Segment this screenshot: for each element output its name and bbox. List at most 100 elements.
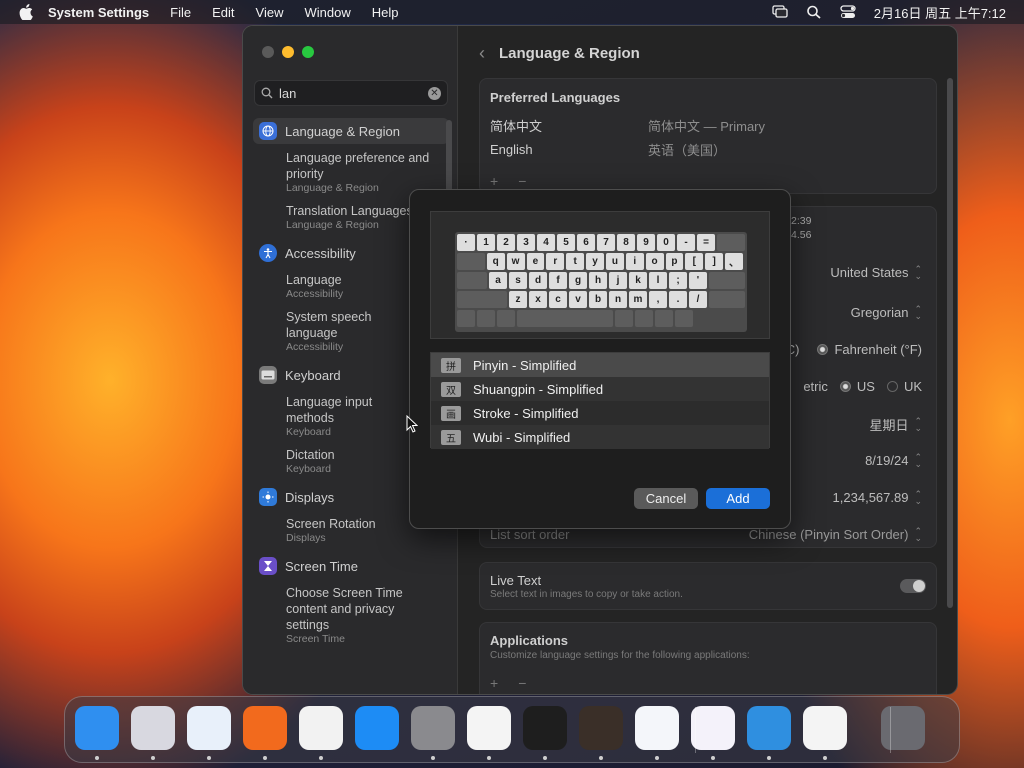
sidebar-item-screen-time[interactable]: Screen Time xyxy=(253,553,449,579)
sidebar-item-label: Language & Region xyxy=(285,123,400,139)
menu-file[interactable]: File xyxy=(170,5,191,20)
key: q xyxy=(486,253,505,270)
sort-order-select[interactable]: Chinese (Pinyin Sort Order) ⌃ ⌄ xyxy=(749,526,922,542)
menu-app-name[interactable]: System Settings xyxy=(48,5,149,20)
search-icon[interactable] xyxy=(806,5,822,19)
us-label: US xyxy=(856,379,875,394)
apple-icon[interactable] xyxy=(18,4,34,20)
running-indicator xyxy=(767,756,771,760)
dock-system-settings-icon[interactable] xyxy=(411,706,455,750)
add-app-button[interactable]: + xyxy=(480,675,508,691)
zoom-button[interactable] xyxy=(302,46,314,58)
back-chevron-icon[interactable]: ‹ xyxy=(479,43,485,64)
uk-label: UK xyxy=(903,379,922,394)
dock-app-store-icon[interactable] xyxy=(355,706,399,750)
live-text-card: Live Text Select text in images to copy … xyxy=(479,562,937,610)
select-value: 8/19/24 xyxy=(865,453,909,468)
clear-search-icon[interactable]: ✕ xyxy=(428,86,441,100)
key: o xyxy=(645,253,664,270)
key-blank xyxy=(655,310,673,327)
dock-trash-icon[interactable] xyxy=(881,706,925,750)
number-format-select[interactable]: 1,234,567.89 ⌃ ⌄ xyxy=(832,489,922,505)
us-radio[interactable] xyxy=(839,381,851,392)
live-text-desc: Select text in images to copy or take ac… xyxy=(490,589,683,600)
date-format-select[interactable]: 8/19/24 ⌃ ⌄ xyxy=(865,452,922,468)
key-blank xyxy=(709,272,745,289)
window-controls xyxy=(262,46,314,58)
region-select[interactable]: United States ⌃ ⌄ xyxy=(830,264,922,280)
search-input[interactable]: lan xyxy=(279,86,428,101)
sidebar-item-label: Displays xyxy=(285,489,335,505)
key: t xyxy=(566,253,585,270)
method-badge-icon: 双 xyxy=(441,381,461,397)
minimize-button[interactable] xyxy=(282,46,294,58)
running-indicator xyxy=(95,756,99,760)
key: v xyxy=(569,291,587,308)
select-value: 星期日 xyxy=(869,418,909,433)
subitem-title: Choose Screen Time content and privacy s… xyxy=(286,586,403,632)
dock-weather-icon[interactable] xyxy=(747,706,791,750)
input-method-item[interactable]: 双 Shuangpin - Simplified xyxy=(431,377,769,401)
menu-clock[interactable]: 2月16日 周五 上午7:12 xyxy=(874,3,1006,22)
calendar-select[interactable]: Gregorian ⌃ ⌄ xyxy=(851,304,922,320)
select-value: 1,234,567.89 xyxy=(832,490,909,505)
screen-mirroring-icon[interactable] xyxy=(772,5,788,19)
input-method-item[interactable]: 画 Stroke - Simplified xyxy=(431,401,769,425)
dock-firefox-icon[interactable] xyxy=(243,706,287,750)
dock-chrome-icon[interactable] xyxy=(299,706,343,750)
dock-safari-icon[interactable] xyxy=(187,706,231,750)
menu-view[interactable]: View xyxy=(256,5,284,20)
method-name: Stroke - Simplified xyxy=(473,405,579,421)
page-title-text: Language & Region xyxy=(499,44,640,62)
uk-radio[interactable] xyxy=(886,381,898,392)
key: 8 xyxy=(617,234,635,251)
section-header: Applications xyxy=(490,633,569,648)
dock-launchpad-icon[interactable] xyxy=(131,706,175,750)
sidebar-item-language-region[interactable]: Language & Region xyxy=(253,118,449,144)
control-center-icon[interactable] xyxy=(840,5,856,19)
menu-edit[interactable]: Edit xyxy=(212,5,234,20)
first-day-select[interactable]: 星期日 ⌃ ⌄ xyxy=(869,415,922,434)
key: 2 xyxy=(497,234,515,251)
key: e xyxy=(526,253,545,270)
globe-icon xyxy=(259,122,277,140)
dock-garageband-icon[interactable] xyxy=(579,706,623,750)
subitem-title: System speech language xyxy=(286,310,372,340)
dock-instruments-icon[interactable] xyxy=(803,706,847,750)
menu-help[interactable]: Help xyxy=(372,5,399,20)
close-button[interactable] xyxy=(262,46,274,58)
dock-visual-studio-icon[interactable] xyxy=(691,706,735,750)
sidebar-subitem[interactable]: Choose Screen Time content and privacy s… xyxy=(253,585,449,646)
key: d xyxy=(529,272,547,289)
input-method-item[interactable]: 拼 Pinyin - Simplified xyxy=(431,353,769,377)
add-button[interactable]: Add xyxy=(706,488,770,509)
dock-finder-icon[interactable] xyxy=(75,706,119,750)
main-scrollbar[interactable] xyxy=(947,78,953,608)
remove-app-button[interactable]: − xyxy=(508,675,536,691)
menu-window[interactable]: Window xyxy=(304,5,350,20)
key: z xyxy=(509,291,527,308)
input-method-item[interactable]: 五 Wubi - Simplified xyxy=(431,425,769,449)
cancel-button[interactable]: Cancel xyxy=(634,488,698,509)
dock-vscode-icon[interactable] xyxy=(635,706,679,750)
dock-terminal-icon[interactable] xyxy=(523,706,567,750)
key: 6 xyxy=(577,234,595,251)
live-text-toggle[interactable] xyxy=(900,579,926,593)
remove-language-button[interactable]: − xyxy=(508,173,536,189)
key-blank xyxy=(517,310,613,327)
key-blank xyxy=(709,291,745,308)
key: 4 xyxy=(537,234,555,251)
search-field[interactable]: lan ✕ xyxy=(254,80,448,106)
key-blank xyxy=(457,272,487,289)
language-row[interactable]: English 英语（美国） xyxy=(480,137,936,161)
fahrenheit-radio[interactable] xyxy=(817,344,829,355)
key: . xyxy=(669,291,687,308)
language-row[interactable]: 简体中文 简体中文 — Primary xyxy=(480,113,936,137)
dock-textedit-icon[interactable] xyxy=(467,706,511,750)
mouse-cursor-icon xyxy=(406,415,418,433)
search-icon xyxy=(261,87,273,99)
running-indicator xyxy=(599,756,603,760)
add-language-button[interactable]: + xyxy=(480,173,508,189)
key: 3 xyxy=(517,234,535,251)
metric-label: etric xyxy=(803,379,828,394)
